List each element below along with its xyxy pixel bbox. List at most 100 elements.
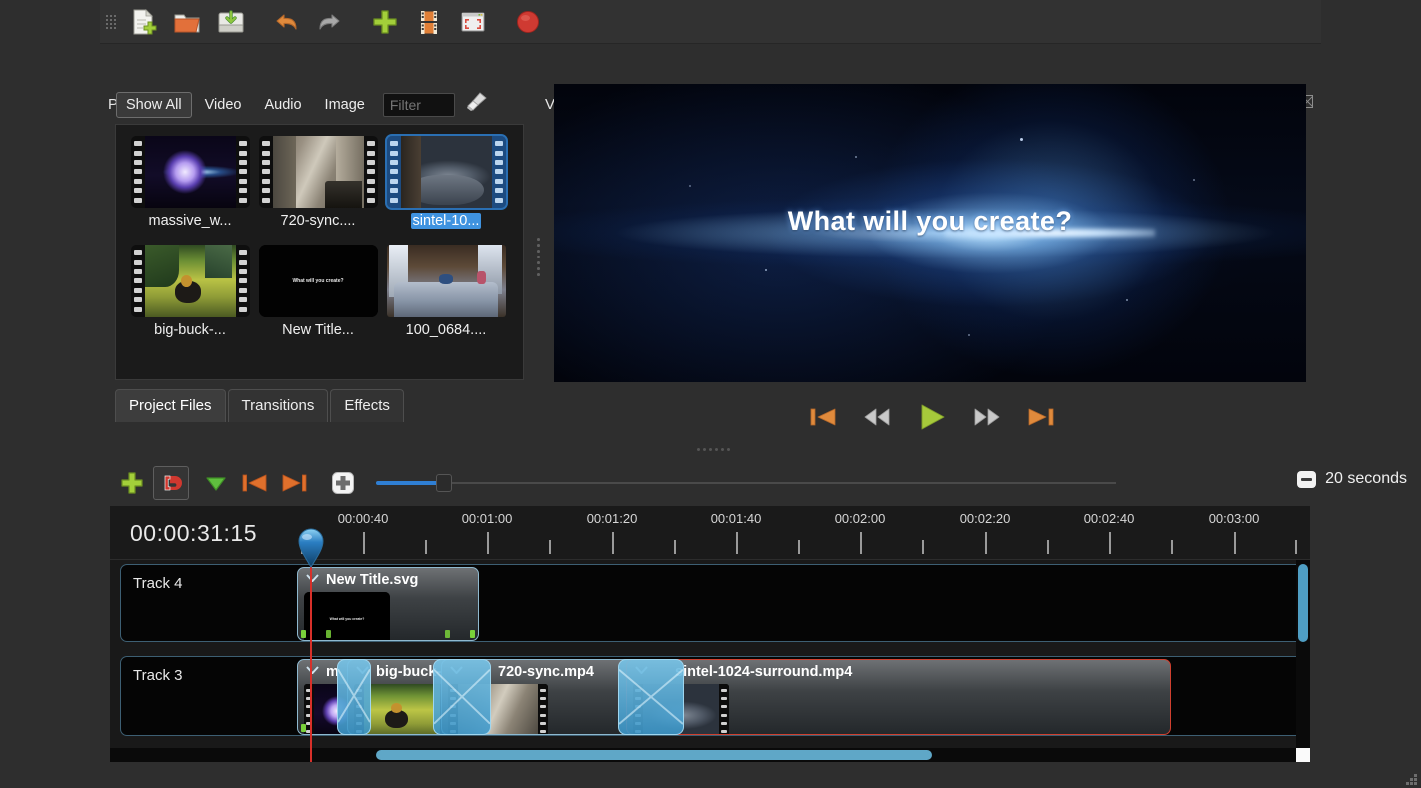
- thumbnail-image: [272, 136, 364, 208]
- ruler-tick-label: 00:01:40: [710, 511, 762, 526]
- open-project-icon[interactable]: [166, 2, 208, 42]
- center-playhead-button[interactable]: [325, 466, 361, 500]
- filmstrip-right: [235, 136, 250, 208]
- track-label: Track 3: [133, 667, 183, 684]
- file-filter-input[interactable]: [382, 92, 455, 117]
- rewind-button[interactable]: [862, 405, 892, 429]
- chevron-down-icon[interactable]: [306, 574, 319, 582]
- ruler-major-tick: [487, 532, 489, 554]
- track-label: Track 4: [133, 575, 183, 592]
- undo-icon[interactable]: [265, 2, 307, 42]
- toolbar-drag-handle[interactable]: [106, 9, 116, 35]
- add-marker-button[interactable]: [198, 466, 234, 500]
- vertical-scrollbar-thumb[interactable]: [1298, 564, 1308, 642]
- project-files-grid[interactable]: massive_w... 720-sync.... sintel-10... b…: [115, 124, 524, 380]
- file-label: New Title...: [282, 322, 354, 338]
- save-project-icon[interactable]: [210, 2, 252, 42]
- track-row-4[interactable]: Track 4 New Title.svg What will you crea…: [120, 564, 1306, 642]
- clip-label: New Title.svg: [326, 572, 419, 588]
- window-right-margin: [1321, 0, 1421, 788]
- ruler-minor-tick: [922, 540, 924, 554]
- clip-label: sintel-1024-surround.mp4: [675, 664, 853, 680]
- file-item[interactable]: What will you create? New Title...: [254, 245, 382, 350]
- file-item-selected[interactable]: sintel-10...: [382, 134, 510, 241]
- clip-handle-right[interactable]: [470, 630, 475, 638]
- file-thumbnail: [130, 136, 250, 208]
- clip-handle-left[interactable]: [301, 724, 306, 732]
- timeline-tracks: Track 4 New Title.svg What will you crea…: [110, 560, 1310, 762]
- playhead-line[interactable]: [310, 546, 312, 762]
- zoom-slider-handle[interactable]: [436, 474, 452, 492]
- tab-effects[interactable]: Effects: [330, 389, 404, 422]
- previous-marker-button[interactable]: [237, 466, 273, 500]
- timeline-clip[interactable]: New Title.svg What will you create?: [297, 567, 479, 641]
- filter-audio-button[interactable]: Audio: [254, 92, 311, 118]
- ruler-tick-label: 00:01:20: [586, 511, 638, 526]
- timeline[interactable]: 00:00:31:15 00:00:40 00:01:00 00:01:20 0…: [110, 506, 1310, 762]
- bottom-panel-tabs: Project Files Transitions Effects: [115, 389, 406, 422]
- ruler-major-tick: [1109, 532, 1111, 554]
- clear-filter-icon[interactable]: [465, 90, 489, 119]
- file-item[interactable]: big-buck-...: [126, 245, 254, 350]
- timeline-transition[interactable]: [337, 659, 371, 735]
- new-project-icon[interactable]: [122, 2, 164, 42]
- clip-handle-left[interactable]: [301, 630, 306, 638]
- playback-controls: [543, 396, 1321, 438]
- title-thumb-text: What will you create?: [292, 278, 344, 284]
- next-marker-button[interactable]: [276, 466, 312, 500]
- file-item[interactable]: massive_w...: [126, 136, 254, 241]
- jump-to-end-button[interactable]: [1026, 404, 1056, 430]
- choose-profile-icon[interactable]: [408, 2, 450, 42]
- file-item[interactable]: 100_0684....: [382, 245, 510, 350]
- filter-video-button[interactable]: Video: [195, 92, 252, 118]
- track-row-3[interactable]: Track 3 m big-buck- 720-sync.mp4 sintel-…: [120, 656, 1306, 736]
- tab-project-files[interactable]: Project Files: [115, 389, 226, 422]
- add-track-button[interactable]: [114, 466, 150, 500]
- ruler-tick-label: 00:03:00: [1208, 511, 1260, 526]
- video-preview-canvas[interactable]: What will you create?: [554, 84, 1306, 382]
- chevron-down-icon[interactable]: [306, 666, 319, 674]
- redo-icon[interactable]: [309, 2, 351, 42]
- file-item[interactable]: 720-sync....: [254, 136, 382, 241]
- zoom-level-icon[interactable]: [1297, 470, 1317, 488]
- filter-image-button[interactable]: Image: [315, 92, 375, 118]
- fullscreen-icon[interactable]: [452, 2, 494, 42]
- filmstrip-left: [386, 136, 401, 208]
- play-button[interactable]: [916, 402, 948, 432]
- jump-to-start-button[interactable]: [808, 404, 838, 430]
- zoom-level-label: 20 seconds: [1325, 470, 1407, 487]
- timeline-clip-selected[interactable]: sintel-1024-surround.mp4: [626, 659, 1171, 735]
- timeline-transition[interactable]: [433, 659, 491, 735]
- playhead-handle[interactable]: [298, 528, 324, 573]
- timeline-zoom-slider[interactable]: [376, 474, 1116, 492]
- timeline-horizontal-scrollbar[interactable]: [110, 748, 1310, 762]
- file-filter-bar: Show All Video Audio Image: [116, 90, 489, 119]
- clip-keyframe-marker: [326, 630, 331, 638]
- ruler-minor-tick: [425, 540, 427, 554]
- project-files-panel: Project Files Show All Video Audio Image: [100, 44, 627, 442]
- file-label: 720-sync....: [280, 213, 356, 229]
- snapping-toggle-button[interactable]: [153, 466, 189, 500]
- fast-forward-button[interactable]: [972, 405, 1002, 429]
- import-files-icon[interactable]: [364, 2, 406, 42]
- clip-label: 720-sync.mp4: [498, 664, 594, 680]
- window-resize-grip[interactable]: [1403, 771, 1417, 785]
- timeline-transition[interactable]: [618, 659, 684, 735]
- panel-vertical-splitter[interactable]: [534, 238, 543, 277]
- window-left-margin: [0, 0, 100, 788]
- timeline-toolbar: [100, 460, 1321, 506]
- timeline-vertical-scrollbar[interactable]: [1296, 560, 1310, 762]
- timeline-horizontal-splitter[interactable]: [690, 444, 736, 454]
- openshot-window: Project Files Show All Video Audio Image: [0, 0, 1421, 788]
- timeline-ruler[interactable]: 00:00:31:15 00:00:40 00:01:00 00:01:20 0…: [110, 506, 1310, 560]
- file-thumbnail: What will you create?: [258, 245, 378, 317]
- filmstrip-left: [258, 136, 273, 208]
- ruler-minor-tick: [674, 540, 676, 554]
- tab-transitions[interactable]: Transitions: [227, 389, 329, 422]
- zoom-slider-track: [376, 482, 1116, 484]
- ruler-major-tick: [1234, 532, 1236, 554]
- ruler-tick-label: 00:02:00: [834, 511, 886, 526]
- export-video-icon[interactable]: [507, 2, 549, 42]
- filter-show-all-button[interactable]: Show All: [116, 91, 192, 118]
- horizontal-scrollbar-thumb[interactable]: [376, 750, 932, 760]
